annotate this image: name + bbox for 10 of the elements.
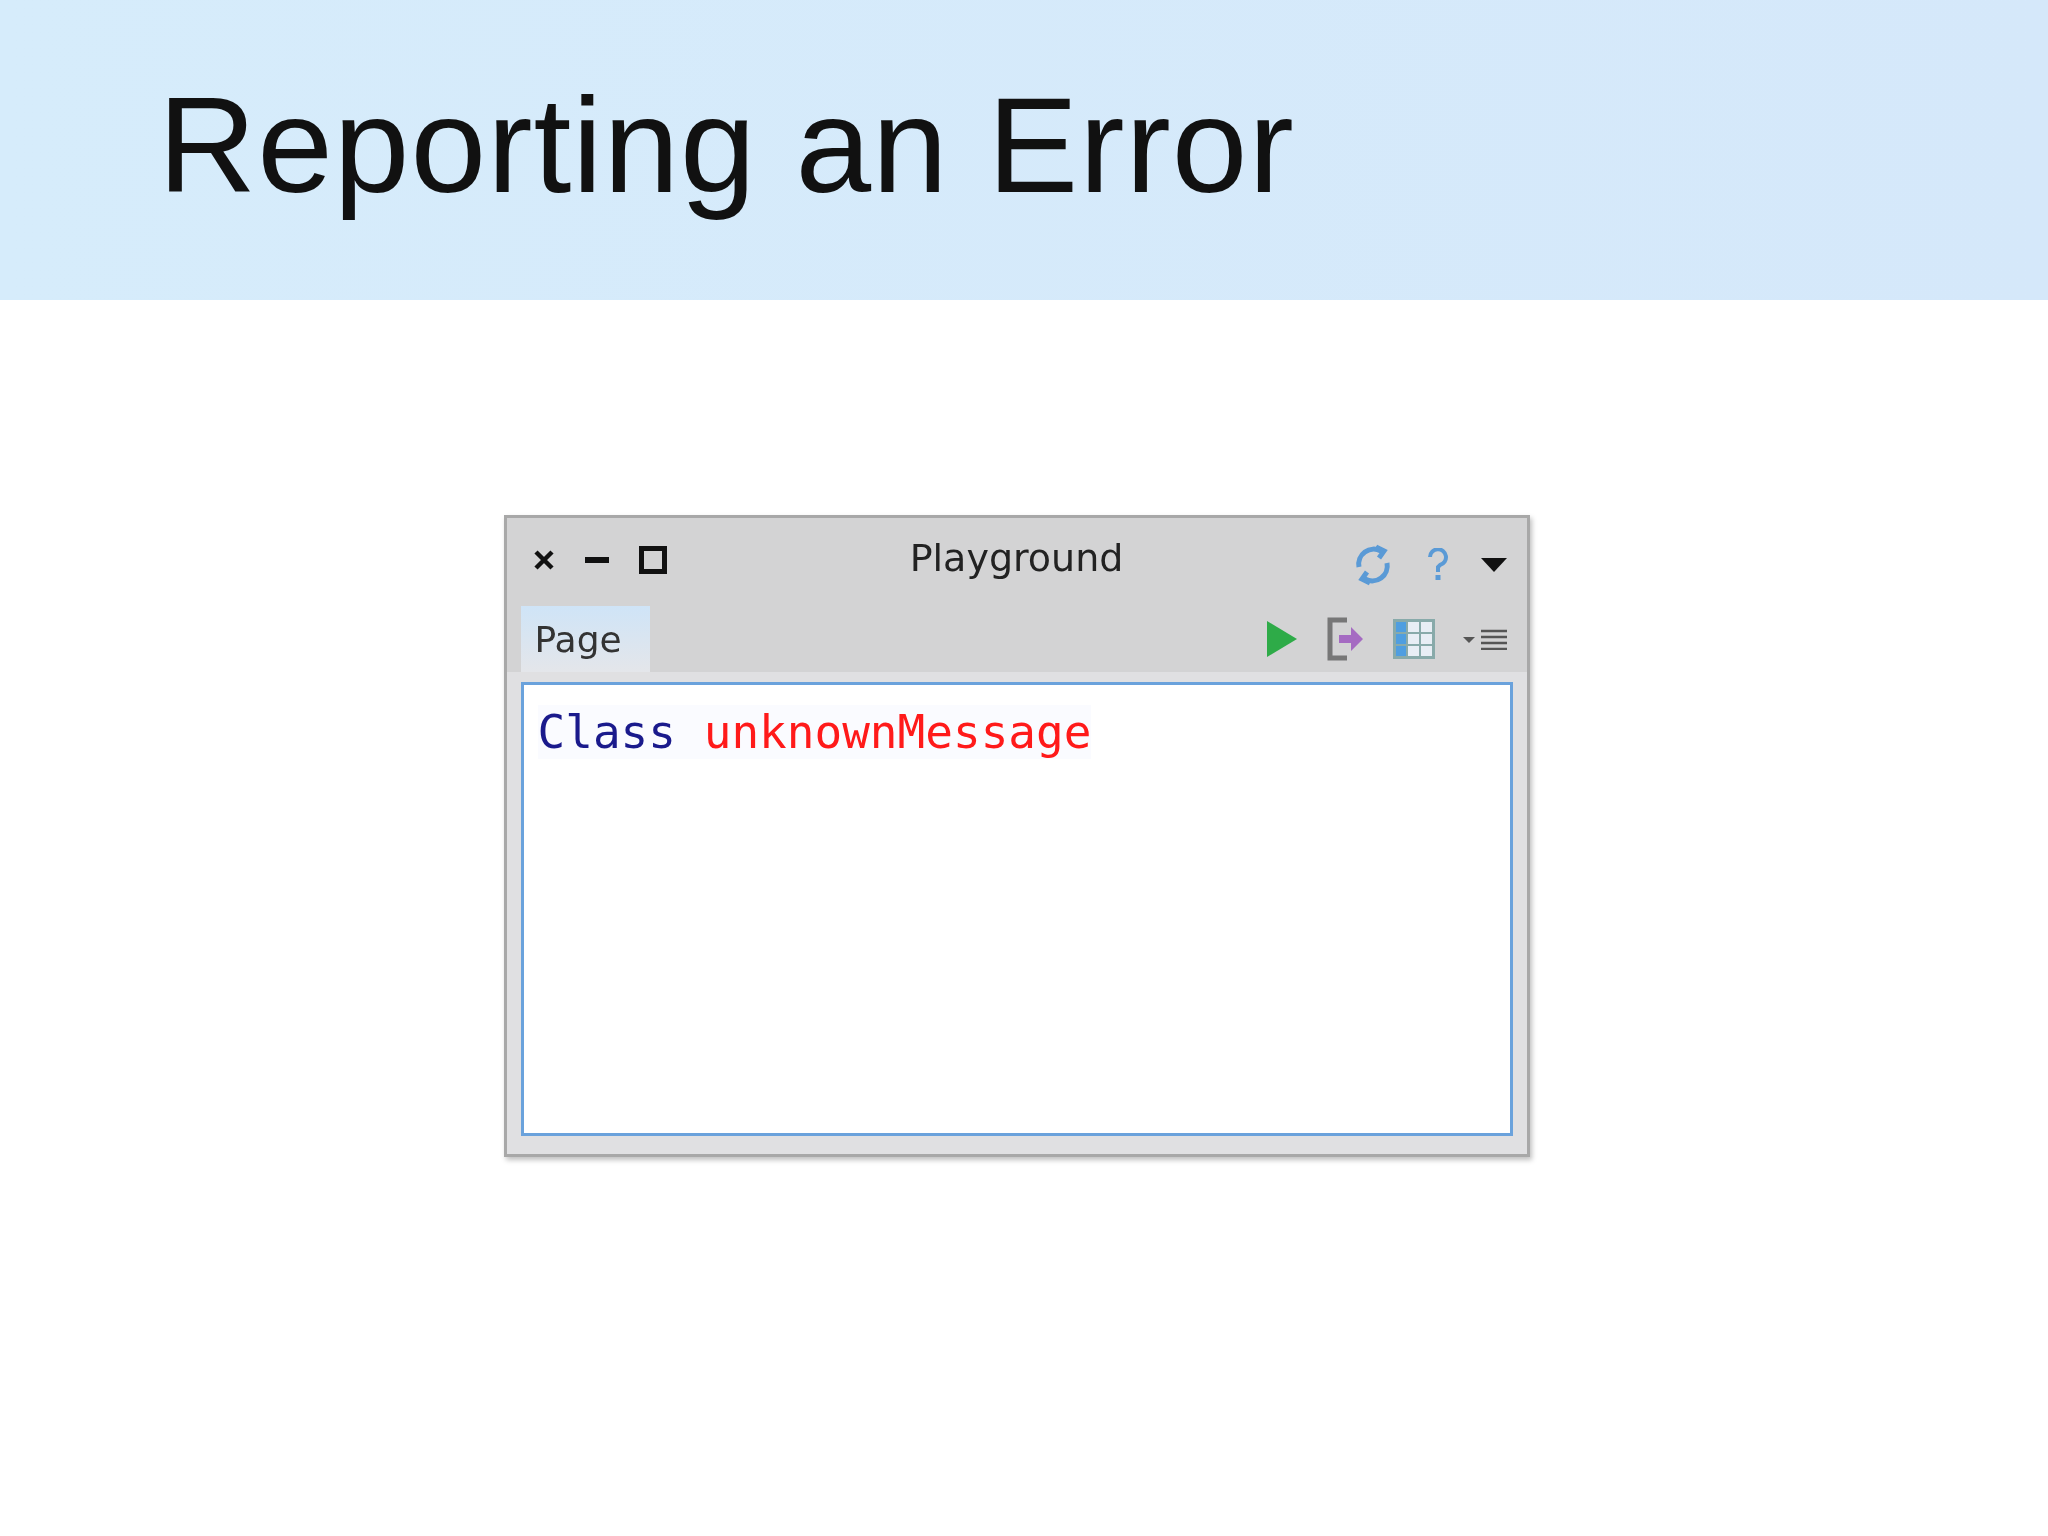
window-title: Playground: [909, 536, 1124, 580]
close-icon[interactable]: [532, 549, 555, 571]
menu-icon[interactable]: [1462, 628, 1507, 650]
dropdown-icon[interactable]: [1480, 558, 1507, 572]
page-tab[interactable]: Page: [520, 606, 650, 672]
slide-title: Reporting an Error: [158, 68, 1295, 223]
code-editor[interactable]: Class unknownMessage: [520, 682, 1513, 1136]
export-icon[interactable]: [1326, 617, 1365, 661]
minimize-icon[interactable]: [584, 557, 609, 563]
maximize-icon[interactable]: [638, 546, 667, 574]
